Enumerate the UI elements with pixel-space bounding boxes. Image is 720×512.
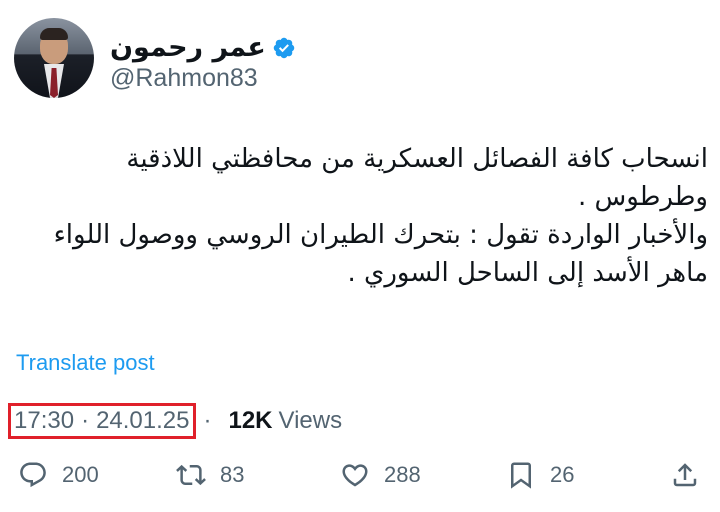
post-header: عمر رحمون @Rahmon83 [14,18,714,102]
reply-button[interactable]: 200 [18,460,99,490]
repost-button[interactable]: 83 [176,460,244,490]
timestamp-highlight-box[interactable]: 17:30 · 24.01.25 [8,403,197,439]
post-text: انسحاب كافة الفصائل العسكرية من محافظتي … [53,144,708,288]
repost-count: 83 [220,462,245,487]
like-button[interactable]: 288 [340,460,421,490]
avatar[interactable] [14,18,94,98]
author-name[interactable]: عمر رحمون [110,32,266,63]
author-name-row[interactable]: عمر رحمون [110,32,296,63]
bookmark-button[interactable]: 26 [506,460,574,490]
share-icon [673,463,697,487]
views-count[interactable]: 12K [228,407,272,435]
author-handle[interactable]: @Rahmon83 [110,64,258,93]
post-meta: 17:30 · 24.01.25 · 12K Views [8,403,343,439]
verified-badge-icon [273,37,295,58]
repost-icon [176,464,206,486]
avatar-hair [40,28,68,40]
post-date: 24.01.25 [96,407,190,434]
bookmark-count: 26 [550,462,575,487]
share-button[interactable] [670,460,700,490]
like-count: 288 [384,462,421,487]
action-bar: 200 83 288 26 [18,460,704,496]
post-time: 17:30 [14,407,75,434]
reply-icon [20,462,46,488]
heart-icon [342,464,368,487]
bookmark-icon [511,462,531,489]
views-label: Views [278,407,343,434]
date-views-separator: · [203,407,212,434]
reply-count: 200 [62,462,99,487]
translate-post-link[interactable]: Translate post [16,350,155,376]
time-date-separator: · [81,407,90,434]
